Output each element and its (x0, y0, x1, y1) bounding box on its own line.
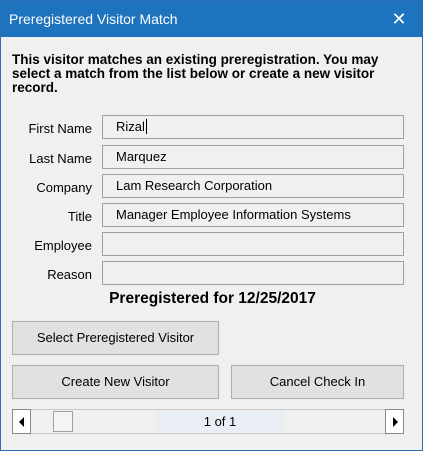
title-value: Manager Employee Information Systems (116, 207, 351, 222)
company-field[interactable]: Lam Research Corporation (102, 174, 404, 198)
employee-label: Employee (34, 238, 92, 253)
reason-label: Reason (47, 267, 92, 282)
arrow-left-icon (18, 416, 24, 427)
cancel-check-in-button[interactable]: Cancel Check In (231, 365, 404, 399)
title-bar: Preregistered Visitor Match ✕ (1, 1, 422, 37)
close-icon: ✕ (391, 8, 407, 29)
next-record-button[interactable] (385, 409, 404, 434)
title-label: Title (67, 209, 92, 224)
first-name-field[interactable]: Rizal (102, 115, 404, 139)
create-new-visitor-button[interactable]: Create New Visitor (12, 365, 219, 399)
previous-record-button[interactable] (12, 409, 31, 434)
record-counter: 1 of 1 (157, 411, 283, 432)
intro-message: This visitor matches an existing preregi… (12, 52, 379, 95)
company-label: Company (36, 180, 92, 195)
window-title: Preregistered Visitor Match (9, 11, 178, 27)
first-name-value: Rizal (116, 119, 145, 134)
employee-field[interactable] (102, 232, 404, 256)
title-field[interactable]: Manager Employee Information Systems (102, 203, 404, 227)
first-name-label: First Name (28, 121, 92, 136)
navigator-track[interactable]: 1 of 1 (31, 409, 385, 434)
select-preregistered-visitor-button[interactable]: Select Preregistered Visitor (12, 321, 219, 355)
navigator-thumb[interactable] (53, 411, 73, 432)
last-name-field[interactable]: Marquez (102, 145, 404, 169)
company-value: Lam Research Corporation (116, 178, 273, 193)
dialog-window: Preregistered Visitor Match ✕ This visit… (0, 0, 423, 451)
text-caret (145, 119, 147, 134)
last-name-label: Last Name (29, 151, 92, 166)
close-button[interactable]: ✕ (376, 1, 422, 37)
record-navigator: 1 of 1 (12, 409, 404, 434)
last-name-value: Marquez (116, 149, 167, 164)
preregistered-date-text: Preregistered for 12/25/2017 (109, 290, 316, 307)
arrow-right-icon (392, 416, 398, 427)
reason-field[interactable] (102, 261, 404, 285)
